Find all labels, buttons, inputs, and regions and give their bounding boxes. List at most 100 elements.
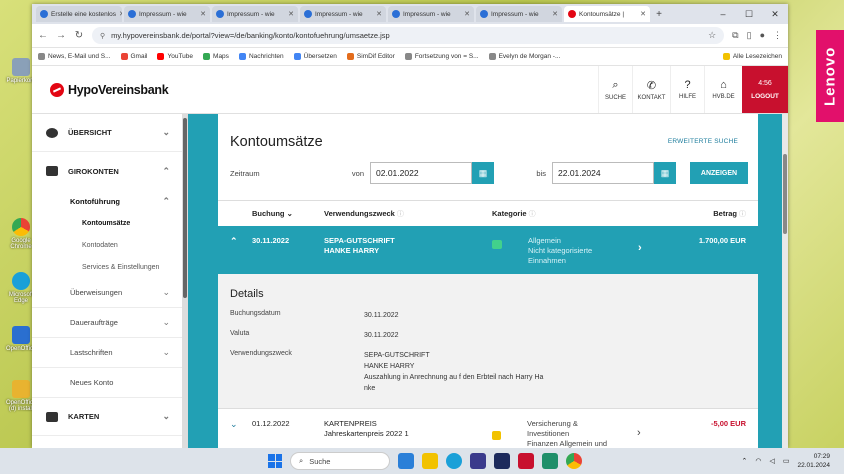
search-button[interactable]: ⌕ SUCHE	[598, 66, 632, 113]
close-tab-icon[interactable]: ✕	[288, 10, 294, 18]
close-window-icon[interactable]: ✕	[762, 9, 788, 20]
table-row-expanded[interactable]: ⌃ 30.11.2022 SEPA-GUTSCHRIFT HANKE HARRY …	[218, 226, 758, 274]
page-scrollbar[interactable]	[782, 114, 788, 448]
bookmark-item[interactable]: SimDif Editor	[346, 53, 395, 60]
column-purpose[interactable]: Verwendungszweck ⓘ	[324, 209, 492, 219]
desktop-icon-label: Google Chrome	[10, 238, 32, 250]
chevron-down-icon[interactable]: ⌄	[218, 419, 252, 430]
edge-icon[interactable]	[446, 453, 462, 469]
scrollbar-thumb[interactable]	[183, 118, 187, 298]
bookmark-item[interactable]: Fortsetzung von = S...	[404, 53, 479, 60]
browser-tab[interactable]: Erstelle eine kostenlos ✕	[36, 6, 122, 22]
taskbar-search-input[interactable]: ⌕ Suche	[290, 452, 390, 470]
browser-tab[interactable]: Impressum - wie ✕	[300, 6, 386, 22]
sidebar-item-dauerauftraege[interactable]: Daueraufträge ⌄	[32, 308, 182, 338]
menu-icon[interactable]: ⋮	[773, 30, 782, 41]
column-category[interactable]: Kategorie ⓘ	[492, 209, 652, 219]
row-category[interactable]: Allgemein Nicht kategorisierte Einnahmen	[528, 236, 638, 266]
row-category[interactable]: Versicherung & Investitionen Finanzen Allg…	[527, 419, 637, 448]
bookmark-star-icon[interactable]: ☆	[708, 30, 716, 41]
browser-tab[interactable]: Impressum - wie ✕	[476, 6, 562, 22]
row-date: 30.11.2022	[252, 236, 290, 245]
scrollbar-thumb[interactable]	[783, 154, 787, 234]
logout-label: LOGOUT	[751, 92, 779, 100]
from-date-input[interactable]: 02.01.2022	[370, 162, 472, 184]
advanced-search-link[interactable]: ERWEITERTE SUCHE	[668, 138, 738, 145]
tab-favicon-icon	[216, 10, 224, 18]
wifi-icon[interactable]: ◠	[755, 457, 761, 465]
close-tab-icon[interactable]: ✕	[552, 10, 558, 18]
chevron-up-icon[interactable]: ⌃	[218, 236, 252, 247]
widgets-icon[interactable]	[398, 453, 414, 469]
contact-button[interactable]: ✆ KONTAKT	[632, 66, 670, 113]
bookmark-item[interactable]: Nachrichten	[238, 53, 284, 60]
chrome-icon[interactable]	[566, 453, 582, 469]
bookmark-item[interactable]: Gmail	[120, 53, 147, 60]
windows-start-icon[interactable]	[268, 454, 282, 468]
hvb-home-button[interactable]: ⌂ HVB.DE	[704, 66, 742, 113]
calendar-icon[interactable]: ▦	[472, 162, 494, 184]
chevron-right-icon[interactable]: ›	[638, 242, 642, 254]
clock[interactable]: 07:29 22.01.2024	[797, 452, 830, 470]
new-tab-icon[interactable]: +	[652, 9, 666, 20]
sidebar-item-lastschriften[interactable]: Lastschriften ⌄	[32, 338, 182, 368]
browser-tab-active[interactable]: Kontoumsätze | ✕	[564, 6, 650, 22]
table-row[interactable]: ⌄ 01.12.2022 KARTENPREIS Jahreskartenprei…	[218, 408, 758, 448]
browser-tab[interactable]: Impressum - wie ✕	[212, 6, 298, 22]
row-amount: 1.700,00 EUR	[698, 236, 746, 245]
sidebar-item-kontodaten[interactable]: Kontodaten	[32, 234, 182, 256]
minimize-icon[interactable]: –	[710, 9, 736, 20]
store-icon[interactable]	[470, 453, 486, 469]
browser-tab[interactable]: Impressum - wie ✕	[124, 6, 210, 22]
close-tab-icon[interactable]: ✕	[200, 10, 206, 18]
chevron-right-icon[interactable]: ›	[637, 427, 641, 439]
url-input[interactable]: ⚲ my.hypovereinsbank.de/portal?view=/de/…	[92, 27, 725, 44]
sidebar-label: Kontoführung	[70, 196, 120, 206]
bookmark-label: Nachrichten	[248, 53, 284, 60]
to-date-input[interactable]: 22.01.2024	[552, 162, 654, 184]
battery-icon[interactable]: ▭	[783, 457, 790, 465]
details-heading: Details	[230, 288, 264, 300]
show-button[interactable]: ANZEIGEN	[690, 162, 748, 184]
bookmark-item[interactable]: Übersetzen	[293, 53, 337, 60]
sidebar-item-ueberweisungen[interactable]: Überweisungen ⌄	[32, 278, 182, 308]
sidepanel-icon[interactable]: ▯	[747, 30, 752, 41]
volume-icon[interactable]: ◁	[769, 457, 774, 465]
bookmark-item[interactable]: Evelyn de Morgan -...	[488, 53, 560, 60]
close-tab-icon[interactable]: ✕	[640, 10, 646, 18]
sort-down-icon: ⌄	[286, 209, 293, 218]
extensions-icon[interactable]: ⧉	[732, 30, 738, 41]
bookmark-item[interactable]: Maps	[203, 53, 229, 60]
bookmark-item[interactable]: News, E-Mail und S...	[38, 53, 111, 60]
help-button[interactable]: ? HILFE	[670, 66, 704, 113]
sidebar-item-giro[interactable]: GIROKONTEN ⌃	[32, 152, 182, 190]
sidebar-item-neues-konto[interactable]: Neues Konto	[32, 368, 182, 398]
column-date[interactable]: Buchung ⌄	[252, 209, 324, 218]
profile-icon[interactable]: ●	[760, 30, 765, 41]
calendar-icon[interactable]: ▦	[654, 162, 676, 184]
mcafee-icon[interactable]	[518, 453, 534, 469]
column-amount[interactable]: Betrag ⓘ	[713, 209, 758, 219]
chevron-up-icon[interactable]: ⌃	[741, 457, 747, 465]
logout-button[interactable]: 4:56 LOGOUT	[742, 66, 788, 113]
file-explorer-icon[interactable]	[422, 453, 438, 469]
sidebar-item-karten[interactable]: KARTEN ⌄	[32, 398, 182, 436]
close-tab-icon[interactable]: ✕	[464, 10, 470, 18]
site-info-icon[interactable]: ⚲	[100, 32, 105, 40]
maximize-icon[interactable]: ☐	[736, 9, 762, 20]
sidebar-item-overview[interactable]: ÜBERSICHT ⌄	[32, 114, 182, 152]
bookmark-item[interactable]: YouTube	[157, 53, 193, 60]
sidebar-item-kontoumsaetze[interactable]: Kontoumsätze	[32, 212, 182, 234]
sidebar-item-services[interactable]: Services & Einstellungen	[32, 256, 182, 278]
sidebar-item-kontofuehrung[interactable]: Kontoführung ⌃	[32, 190, 182, 212]
all-bookmarks[interactable]: Alle Lesezeichen	[722, 53, 782, 60]
browser-tab[interactable]: Impressum - wie ✕	[388, 6, 474, 22]
reload-icon[interactable]: ↻	[74, 30, 84, 41]
back-icon[interactable]: ←	[38, 30, 48, 41]
close-tab-icon[interactable]: ✕	[376, 10, 382, 18]
app-icon[interactable]	[542, 453, 558, 469]
forward-icon[interactable]: →	[56, 30, 66, 41]
hvb-logo[interactable]: HypoVereinsbank	[50, 82, 169, 97]
close-tab-icon[interactable]: ✕	[119, 10, 122, 18]
l-app-icon[interactable]	[494, 453, 510, 469]
